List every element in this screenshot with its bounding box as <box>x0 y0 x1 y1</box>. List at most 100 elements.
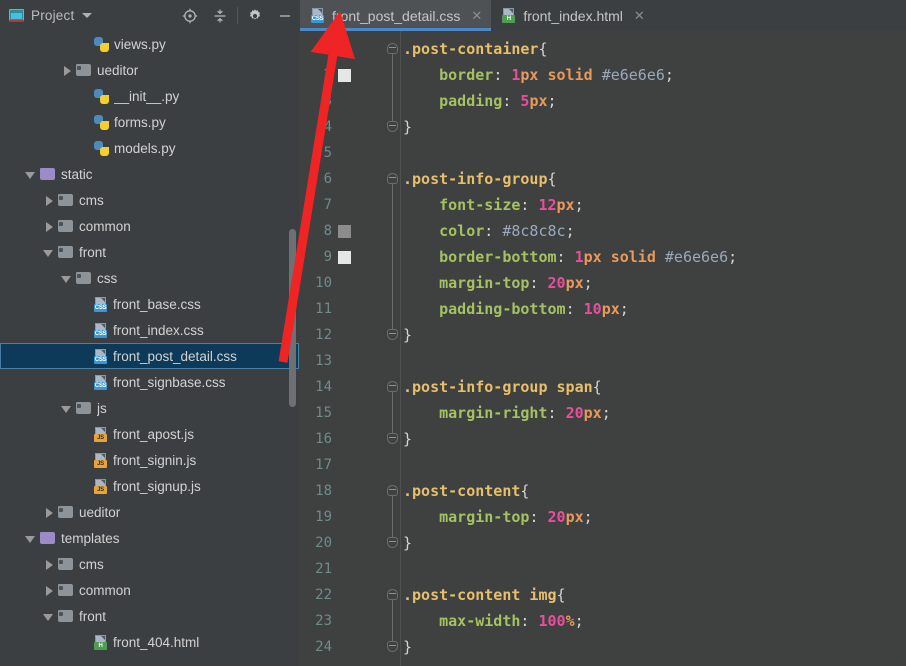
tree-item[interactable]: ueditor <box>0 499 299 525</box>
tree-item[interactable]: forms.py <box>0 109 299 135</box>
fold-connector <box>392 490 393 542</box>
token-num: 100 <box>538 612 566 630</box>
fold-toggle-icon[interactable] <box>387 485 398 496</box>
code-line[interactable]: .post-content{ <box>403 478 529 504</box>
tree-item[interactable]: __init__.py <box>0 83 299 109</box>
gutter-color-swatch[interactable] <box>338 225 351 238</box>
chevron-down-icon[interactable] <box>24 532 37 545</box>
minimize-icon[interactable] <box>270 0 300 31</box>
fold-toggle-icon[interactable] <box>387 433 398 444</box>
gutter-color-swatch[interactable] <box>338 69 351 82</box>
editor-tab-1[interactable]: CSS front_post_detail.css ✕ <box>300 0 492 31</box>
chevron-down-icon[interactable] <box>42 246 55 259</box>
chevron-down-icon[interactable] <box>82 13 93 18</box>
fold-toggle-icon[interactable] <box>387 43 398 54</box>
code-text[interactable]: .post-container{ border: 1px solid #e6e6… <box>403 31 906 666</box>
fold-toggle-icon[interactable] <box>387 381 398 392</box>
code-line[interactable]: padding: 5px; <box>403 88 557 114</box>
tree-item[interactable]: common <box>0 213 299 239</box>
code-line[interactable]: } <box>403 426 412 452</box>
tree-item-label: css <box>97 270 118 286</box>
code-line[interactable]: margin-right: 20px; <box>403 400 611 426</box>
tree-item-label: js <box>97 400 107 416</box>
code-line[interactable]: margin-top: 20px; <box>403 270 593 296</box>
fold-toggle-icon[interactable] <box>387 173 398 184</box>
tree-item[interactable]: CSS front_index.css <box>0 317 299 343</box>
tree-item[interactable]: JS front_apost.js <box>0 421 299 447</box>
tree-item[interactable]: static <box>0 161 299 187</box>
tree-item[interactable]: common <box>0 577 299 603</box>
code-line[interactable]: border: 1px solid #e6e6e6; <box>403 62 674 88</box>
tree-item[interactable]: CSS front_signbase.css <box>0 369 299 395</box>
line-number: 8 <box>323 223 332 239</box>
code-line[interactable]: padding-bottom: 10px; <box>403 296 629 322</box>
line-number: 17 <box>315 457 332 473</box>
chevron-right-icon[interactable] <box>42 584 55 597</box>
chevron-right-icon[interactable] <box>42 194 55 207</box>
code-line[interactable]: } <box>403 114 412 140</box>
tree-item[interactable]: cms <box>0 551 299 577</box>
tree-item[interactable]: JS front_signin.js <box>0 447 299 473</box>
fold-toggle-icon[interactable] <box>387 641 398 652</box>
chevron-down-icon[interactable] <box>60 402 73 415</box>
token-brace: } <box>403 534 413 552</box>
tree-item[interactable]: JS front_signup.js <box>0 473 299 499</box>
code-line[interactable]: .post-content img{ <box>403 582 566 608</box>
tree-item-label: front_404.html <box>113 634 200 650</box>
editor-gutter[interactable]: 1 2 3 4 5 6 7 8 9 10 11 12 13 14 15 16 17 18 19 20 21 22 23 24 <box>299 31 398 666</box>
code-line[interactable]: } <box>403 634 412 660</box>
close-icon[interactable]: ✕ <box>634 9 645 22</box>
tree-item[interactable]: ueditor <box>0 57 299 83</box>
tree-item[interactable]: front <box>0 239 299 265</box>
code-editor[interactable]: 1 2 3 4 5 6 7 8 9 10 11 12 13 14 15 16 17 18 19 20 21 22 23 24 … <box>299 31 906 666</box>
code-line[interactable]: margin-top: 20px; <box>403 504 593 530</box>
project-tree-scrollbar[interactable] <box>289 229 296 407</box>
tree-item[interactable]: js <box>0 395 299 421</box>
chevron-right-icon[interactable] <box>60 64 73 77</box>
code-line[interactable]: color: #8c8c8c; <box>403 218 574 244</box>
code-line[interactable]: } <box>403 322 412 348</box>
tree-item[interactable]: Hfront_404.html <box>0 629 299 655</box>
gutter-color-swatch[interactable] <box>338 251 351 264</box>
code-line[interactable]: .post-info-group span{ <box>403 374 602 400</box>
code-line[interactable]: } <box>403 530 412 556</box>
project-tree[interactable]: views.py ueditor __init__.py forms.py models… <box>0 31 299 666</box>
code-line[interactable]: .post-info-group{ <box>403 166 557 192</box>
chevron-down-icon[interactable] <box>60 272 73 285</box>
chevron-right-icon[interactable] <box>42 558 55 571</box>
tree-item[interactable]: front <box>0 603 299 629</box>
fold-toggle-icon[interactable] <box>387 537 398 548</box>
tree-item[interactable]: CSS front_base.css <box>0 291 299 317</box>
tree-item-label: templates <box>61 530 120 546</box>
code-line[interactable]: border-bottom: 1px solid #e6e6e6; <box>403 244 737 270</box>
chevron-down-icon[interactable] <box>24 168 37 181</box>
code-line[interactable]: .post-container{ <box>403 36 548 62</box>
chevron-down-icon[interactable] <box>42 610 55 623</box>
code-line[interactable]: max-width: 100%; <box>403 608 584 634</box>
tree-item[interactable]: models.py <box>0 135 299 161</box>
line-number: 22 <box>315 587 332 603</box>
tree-item[interactable]: views.py <box>0 31 299 57</box>
tree-item-label: front <box>79 608 107 624</box>
gear-icon[interactable] <box>240 0 270 31</box>
locate-icon[interactable] <box>175 0 205 31</box>
chevron-right-icon[interactable] <box>42 506 55 519</box>
fold-toggle-icon[interactable] <box>387 329 398 340</box>
tree-item[interactable]: cms <box>0 187 299 213</box>
fold-toggle-icon[interactable] <box>387 589 398 600</box>
token-prop: border-bottom <box>439 248 557 266</box>
tree-item[interactable]: templates <box>0 525 299 551</box>
close-icon[interactable]: ✕ <box>471 9 482 22</box>
token-brace: { <box>592 378 602 396</box>
code-line[interactable]: font-size: 12px; <box>403 192 584 218</box>
token-punc: ; <box>547 92 557 110</box>
collapse-all-icon[interactable] <box>205 0 235 31</box>
token-punc <box>656 248 665 266</box>
editor-tab-2[interactable]: Hfront_index.html ✕ <box>491 0 654 31</box>
tree-item-selected[interactable]: CSS front_post_detail.css <box>0 343 299 369</box>
fold-toggle-icon[interactable] <box>387 121 398 132</box>
chevron-right-icon[interactable] <box>42 220 55 233</box>
tree-item[interactable]: css <box>0 265 299 291</box>
